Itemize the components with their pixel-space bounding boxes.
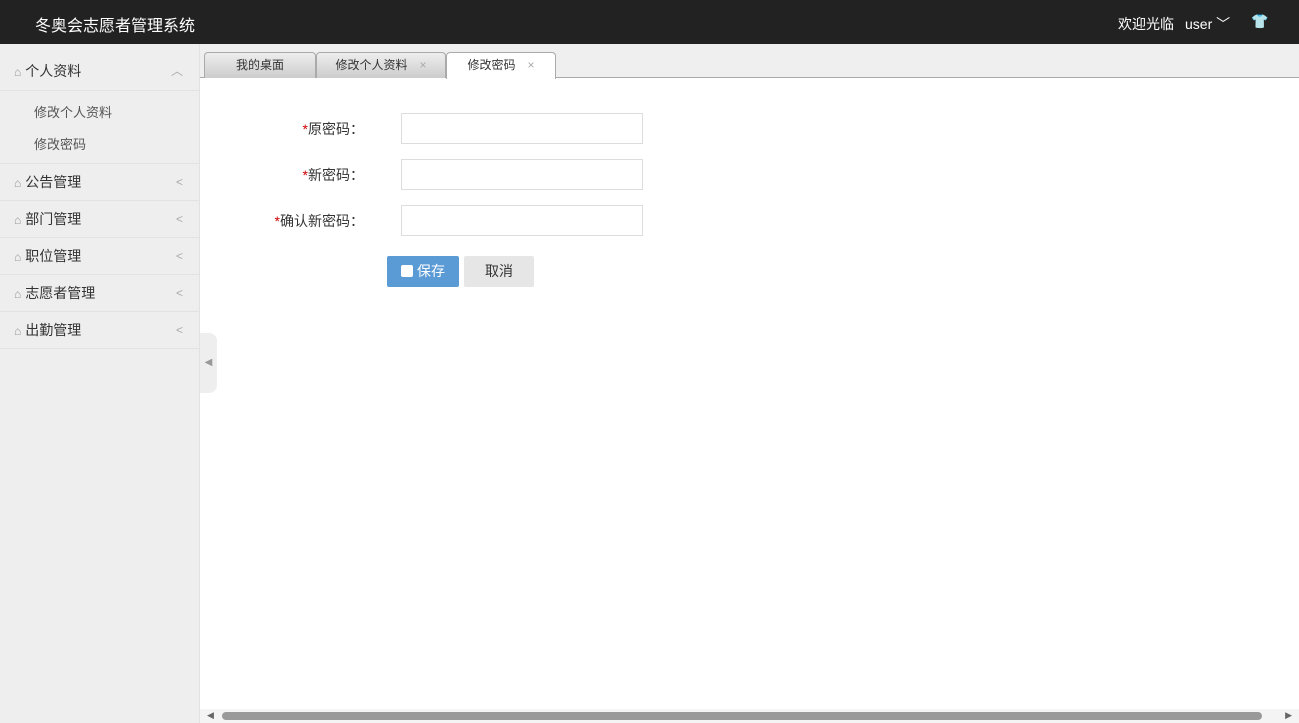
chevron-up-icon: ︿ [170,64,183,78]
close-icon[interactable]: × [420,58,427,72]
chevron-left-icon: < [175,323,183,337]
save-label: 保存 [417,263,445,279]
sidebar-collapse-toggle[interactable]: ◀ [200,333,217,393]
user-name: user [1185,16,1213,32]
skin-icon[interactable]: 👕 [1251,13,1268,30]
tab-desktop[interactable]: 我的桌面 [204,52,316,78]
sidebar-item-label: 个人资料 [25,63,82,79]
confirm-password-label: *确认新密码： [274,213,364,229]
bag-icon: ⌂ [14,287,22,301]
floppy-icon [401,265,413,277]
scrollbar-thumb[interactable] [222,712,1262,720]
user-menu[interactable]: user ﹀ [1185,14,1230,34]
old-password-label: *原密码： [302,121,364,137]
sidebar-item-volunteers[interactable]: ⌂ 志愿者管理 < [0,275,199,312]
cancel-button[interactable]: 取消 [464,256,534,287]
tab-bar: 我的桌面 修改个人资料 × 修改密码 × [200,44,1299,79]
chevron-down-icon: ﹀ [1216,16,1231,32]
chevron-left-icon: < [175,286,183,300]
welcome-text: 欢迎光临 [1118,16,1174,32]
top-bar: 冬奥会志愿者管理系统 欢迎光临 user ﹀ 👕 [0,0,1299,44]
bag-icon: ⌂ [14,250,22,264]
sidebar-item-positions[interactable]: ⌂ 职位管理 < [0,238,199,275]
sidebar-item-profile[interactable]: ⌂ 个人资料 ︿ [0,44,199,91]
tab-label: 修改密码 [467,58,516,72]
sidebar-item-label: 志愿者管理 [25,285,96,301]
tab-edit-profile[interactable]: 修改个人资料 × [316,52,446,78]
confirm-password-input[interactable] [401,205,643,236]
new-password-label: *新密码： [302,167,364,183]
sidebar: ⌂ 个人资料 ︿ 修改个人资料 修改密码 ⌂ 公告管理 < ⌂ 部门管理 < ⌂ 职位管理 < … [0,44,200,723]
sidebar-item-label: 职位管理 [25,248,82,264]
tab-change-password[interactable]: 修改密码 × [446,52,556,79]
tab-label: 我的桌面 [235,58,284,72]
sidebar-item-label: 出勤管理 [25,322,82,338]
bag-icon: ⌂ [14,65,22,79]
save-button[interactable]: 保存 [387,256,459,287]
scroll-right-icon[interactable]: ▶ [1285,710,1292,721]
horizontal-scrollbar[interactable]: ◀ ▶ [200,709,1299,723]
close-icon[interactable]: × [528,58,535,72]
app-title: 冬奥会志愿者管理系统 [35,18,196,35]
tab-label: 修改个人资料 [335,58,408,72]
new-password-input[interactable] [401,159,643,190]
scroll-left-icon[interactable]: ◀ [207,710,214,721]
bag-icon: ⌂ [14,324,22,338]
old-password-input[interactable] [401,113,643,144]
sidebar-item-attendance[interactable]: ⌂ 出勤管理 < [0,312,199,349]
chevron-left-icon: < [175,249,183,263]
